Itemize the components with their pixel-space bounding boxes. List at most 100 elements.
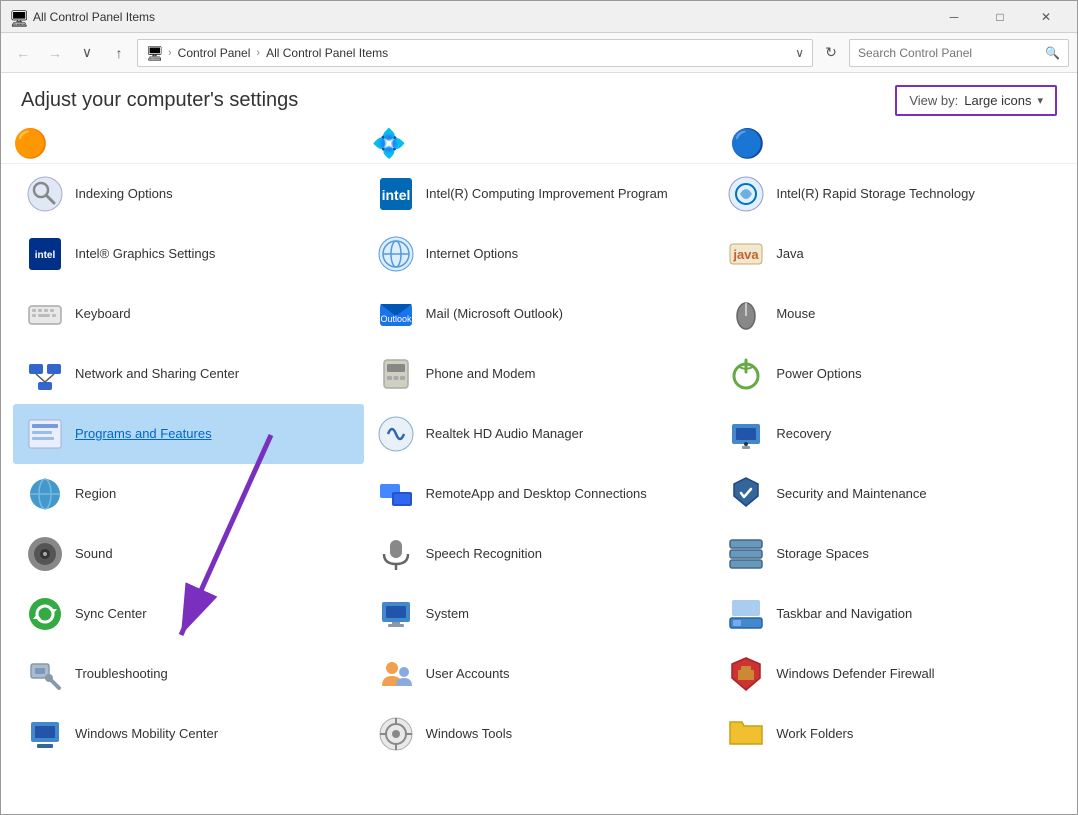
item-work-folders[interactable]: Work Folders xyxy=(714,704,1065,764)
user-accounts-label: User Accounts xyxy=(426,666,510,683)
intel-rapid-storage-icon xyxy=(726,174,766,214)
partial-item-2[interactable]: 💠 xyxy=(360,124,719,163)
item-phone-modem[interactable]: Phone and Modem xyxy=(364,344,715,404)
region-icon xyxy=(25,474,65,514)
network-sharing-label: Network and Sharing Center xyxy=(75,366,239,383)
content-header: Adjust your computer's settings View by:… xyxy=(1,73,1077,124)
windows-mobility-icon xyxy=(25,714,65,754)
phone-modem-icon xyxy=(376,354,416,394)
intel-graphics-label: Intel® Graphics Settings xyxy=(75,246,215,263)
user-accounts-icon xyxy=(376,654,416,694)
windows-mobility-label: Windows Mobility Center xyxy=(75,726,218,743)
item-speech-recognition[interactable]: Speech Recognition xyxy=(364,524,715,584)
windows-tools-label: Windows Tools xyxy=(426,726,512,743)
partial-top-row: 🟠 💠 🔵 xyxy=(1,124,1077,164)
storage-spaces-icon xyxy=(726,534,766,574)
item-mouse[interactable]: Mouse xyxy=(714,284,1065,344)
up-button[interactable]: ↑ xyxy=(105,39,133,67)
view-by-chevron-icon: ▾ xyxy=(1037,94,1043,107)
item-user-accounts[interactable]: User Accounts xyxy=(364,644,715,704)
item-region[interactable]: Region xyxy=(13,464,364,524)
keyboard-label: Keyboard xyxy=(75,306,131,323)
titlebar-title: All Control Panel Items xyxy=(33,10,155,24)
address-chevron[interactable]: ∨ xyxy=(795,46,804,60)
address-control-panel: Control Panel xyxy=(178,46,251,60)
mouse-label: Mouse xyxy=(776,306,815,323)
item-system[interactable]: System xyxy=(364,584,715,644)
item-mail-outlook[interactable]: Outlook Mail (Microsoft Outlook) xyxy=(364,284,715,344)
items-container: Indexing Options intel Intel(R) Computing … xyxy=(1,164,1077,776)
search-input[interactable] xyxy=(858,46,1041,60)
close-button[interactable]: ✕ xyxy=(1023,1,1069,33)
maximize-button[interactable]: □ xyxy=(977,1,1023,33)
keyboard-icon xyxy=(25,294,65,334)
item-indexing-options[interactable]: Indexing Options xyxy=(13,164,364,224)
internet-options-label: Internet Options xyxy=(426,246,519,263)
item-troubleshooting[interactable]: Troubleshooting xyxy=(13,644,364,704)
item-sound[interactable]: Sound xyxy=(13,524,364,584)
item-programs-features[interactable]: Programs and Features xyxy=(13,404,364,464)
item-windows-tools[interactable]: Windows Tools xyxy=(364,704,715,764)
item-intel-computing[interactable]: intel Intel(R) Computing Improvement Prog… xyxy=(364,164,715,224)
item-keyboard[interactable]: Keyboard xyxy=(13,284,364,344)
programs-features-icon xyxy=(25,414,65,454)
address-sep2: › xyxy=(256,47,260,59)
refresh-button[interactable]: ↻ xyxy=(817,39,845,67)
address-icon: 🖥 xyxy=(146,45,162,61)
java-icon: java xyxy=(726,234,766,274)
remoteapp-icon xyxy=(376,474,416,514)
indexing-options-label: Indexing Options xyxy=(75,186,173,203)
svg-text:intel: intel xyxy=(381,187,410,203)
item-windows-defender[interactable]: Windows Defender Firewall xyxy=(714,644,1065,704)
item-internet-options[interactable]: Internet Options xyxy=(364,224,715,284)
remoteapp-label: RemoteApp and Desktop Connections xyxy=(426,486,647,503)
item-security-maintenance[interactable]: Security and Maintenance xyxy=(714,464,1065,524)
region-label: Region xyxy=(75,486,116,503)
mail-outlook-label: Mail (Microsoft Outlook) xyxy=(426,306,563,323)
sync-center-label: Sync Center xyxy=(75,606,147,623)
windows-tools-icon xyxy=(376,714,416,754)
page-title: Adjust your computer's settings xyxy=(21,89,298,112)
item-java[interactable]: javaJava xyxy=(714,224,1065,284)
realtek-audio-label: Realtek HD Audio Manager xyxy=(426,426,584,443)
navbar: ← → ∨ ↑ 🖥 › Control Panel › All Control … xyxy=(1,33,1077,73)
programs-features-label: Programs and Features xyxy=(75,426,212,443)
dropdown-button[interactable]: ∨ xyxy=(73,39,101,67)
security-maintenance-label: Security and Maintenance xyxy=(776,486,926,503)
view-by-selector[interactable]: View by: Large icons ▾ xyxy=(895,85,1057,116)
address-bar[interactable]: 🖥 › Control Panel › All Control Panel It… xyxy=(137,39,813,67)
item-windows-mobility[interactable]: Windows Mobility Center xyxy=(13,704,364,764)
items-grid: Indexing Options intel Intel(R) Computing … xyxy=(13,164,1065,764)
back-button[interactable]: ← xyxy=(9,39,37,67)
item-intel-graphics[interactable]: intelIntel® Graphics Settings xyxy=(13,224,364,284)
indexing-options-icon xyxy=(25,174,65,214)
network-sharing-icon xyxy=(25,354,65,394)
storage-spaces-label: Storage Spaces xyxy=(776,546,869,563)
svg-text:java: java xyxy=(733,247,760,262)
item-sync-center[interactable]: Sync Center xyxy=(13,584,364,644)
realtek-audio-icon xyxy=(376,414,416,454)
minimize-button[interactable]: ─ xyxy=(931,1,977,33)
partial-item-1[interactable]: 🟠 xyxy=(1,124,360,163)
item-realtek-audio[interactable]: Realtek HD Audio Manager xyxy=(364,404,715,464)
titlebar-left: 🖥 All Control Panel Items xyxy=(9,9,155,25)
mouse-icon xyxy=(726,294,766,334)
item-storage-spaces[interactable]: Storage Spaces xyxy=(714,524,1065,584)
windows-defender-label: Windows Defender Firewall xyxy=(776,666,934,683)
partial-item-3[interactable]: 🔵 xyxy=(718,124,1077,163)
item-recovery[interactable]: Recovery xyxy=(714,404,1065,464)
item-taskbar-navigation[interactable]: Taskbar and Navigation xyxy=(714,584,1065,644)
item-intel-rapid-storage[interactable]: Intel(R) Rapid Storage Technology xyxy=(714,164,1065,224)
speech-recognition-icon xyxy=(376,534,416,574)
item-power-options[interactable]: Power Options xyxy=(714,344,1065,404)
item-network-sharing[interactable]: Network and Sharing Center xyxy=(13,344,364,404)
svg-text:Outlook: Outlook xyxy=(380,314,412,324)
search-icon[interactable]: 🔍 xyxy=(1045,46,1060,60)
search-bar[interactable]: 🔍 xyxy=(849,39,1069,67)
intel-computing-label: Intel(R) Computing Improvement Program xyxy=(426,186,668,203)
forward-button[interactable]: → xyxy=(41,39,69,67)
system-icon xyxy=(376,594,416,634)
item-remoteapp[interactable]: RemoteApp and Desktop Connections xyxy=(364,464,715,524)
titlebar-app-icon: 🖥 xyxy=(9,9,25,25)
titlebar: 🖥 All Control Panel Items ─ □ ✕ xyxy=(1,1,1077,33)
